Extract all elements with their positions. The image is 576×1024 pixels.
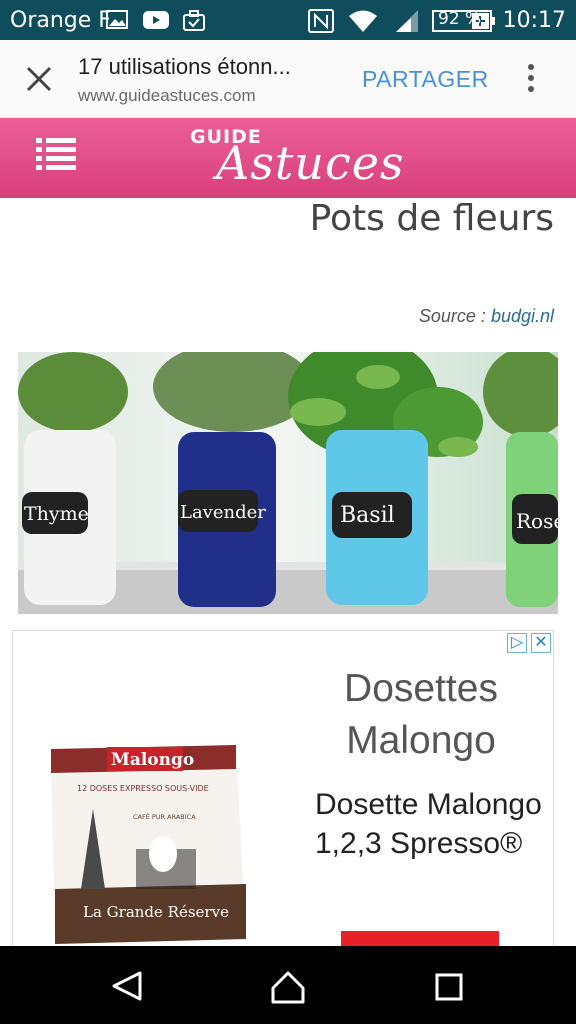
status-bar: Orange F 92 % 10:17 — [0, 0, 576, 40]
photo-label-lavender: Lavender — [180, 502, 266, 523]
product-image: Malongo 12 DOSES EXPRESSO SOUS-VIDE CAFÉ… — [51, 745, 246, 944]
browser-toolbar: 17 utilisations étonn... www.guideastuce… — [0, 40, 576, 118]
hamburger-menu-icon[interactable] — [36, 138, 76, 172]
advertisement[interactable]: ▷ ✕ Malongo 12 DOSES EXPRESSO SOUS-VIDE … — [12, 630, 554, 960]
youtube-icon — [143, 11, 169, 29]
carrier-label: Orange F — [10, 8, 111, 33]
ad-headline[interactable]: Dosettes Malongo — [293, 663, 549, 767]
source-line: Source : budgi.nl — [419, 306, 554, 327]
ad-description[interactable]: Dosette Malongo 1,2,3 Spresso® — [315, 785, 545, 863]
article-heading: Pots de fleurs — [309, 198, 554, 239]
signal-icon — [396, 10, 418, 32]
site-logo[interactable]: GUIDE Astuces — [188, 122, 404, 192]
product-brand: Malongo — [111, 750, 194, 770]
close-icon[interactable] — [24, 64, 54, 94]
wifi-icon — [349, 10, 377, 32]
product-subtitle: 12 DOSES EXPRESSO SOUS-VIDE — [77, 784, 209, 793]
logo-script-text: Astuces — [216, 136, 405, 190]
gallery-icon — [106, 10, 128, 29]
overflow-menu-icon[interactable] — [526, 64, 536, 94]
ad-choices[interactable]: ▷ ✕ — [507, 633, 551, 653]
article-photo: Thyme Lavender Basil Rose — [18, 352, 558, 614]
ad-close-icon[interactable]: ✕ — [531, 633, 551, 653]
clock: 10:17 — [502, 8, 566, 33]
page-url: www.guideastuces.com — [78, 86, 256, 105]
page-title: 17 utilisations étonn... — [78, 54, 291, 79]
site-header: GUIDE Astuces — [0, 118, 576, 198]
photo-label-basil: Basil — [340, 503, 395, 528]
ad-choices-icon[interactable]: ▷ — [507, 633, 527, 653]
nfc-icon — [308, 9, 334, 33]
share-button[interactable]: PARTAGER — [362, 66, 489, 93]
photo-label-rose: Rose — [516, 509, 558, 533]
photo-label-thyme: Thyme — [24, 503, 89, 525]
briefcase-check-icon — [183, 10, 205, 31]
source-link[interactable]: budgi.nl — [491, 306, 554, 326]
product-name: La Grande Réserve — [83, 903, 229, 921]
recent-apps-icon[interactable] — [434, 972, 464, 1002]
product-range: CAFÉ PUR ARABICA — [133, 812, 196, 821]
back-icon[interactable] — [110, 970, 144, 1002]
navigation-bar — [0, 946, 576, 1024]
home-icon[interactable] — [270, 970, 306, 1004]
battery-level: 92 % — [438, 9, 482, 29]
source-label: Source : — [418, 306, 491, 326]
